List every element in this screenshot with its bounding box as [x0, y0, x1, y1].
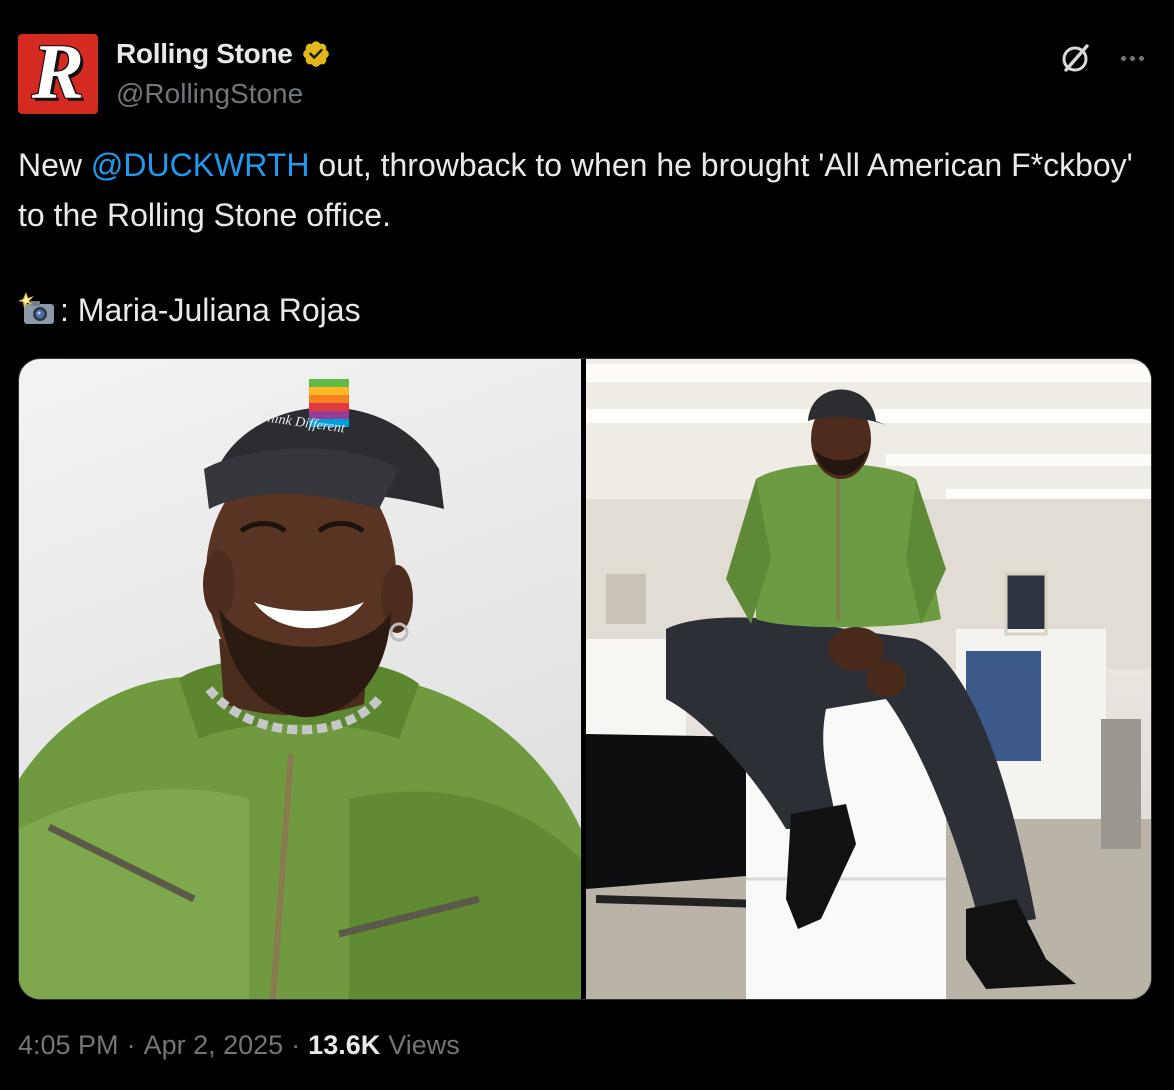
- tweet-date[interactable]: Apr 2, 2025: [144, 1030, 284, 1061]
- grok-button[interactable]: [1056, 38, 1096, 78]
- avatar[interactable]: R: [18, 34, 98, 114]
- photo-credit-text: : Maria-Juliana Rojas: [60, 292, 361, 328]
- photo-right[interactable]: [586, 359, 1151, 999]
- tweet-time[interactable]: 4:05 PM: [18, 1030, 119, 1061]
- views-count[interactable]: 13.6K: [308, 1030, 380, 1061]
- author-display-name[interactable]: Rolling Stone: [116, 38, 293, 70]
- author-handle[interactable]: @RollingStone: [116, 78, 303, 110]
- tweet-text-before: New: [18, 147, 91, 183]
- separator: ·: [291, 1030, 301, 1060]
- tweet-footer: 4:05 PM · Apr 2, 2025 · 13.6K Views: [18, 1030, 460, 1061]
- avatar-letter: R: [31, 34, 85, 114]
- more-icon: [1120, 55, 1126, 61]
- photo-left[interactable]: Think Different: [19, 359, 581, 999]
- views-label: Views: [388, 1030, 460, 1060]
- avatar-logo: R: [26, 34, 90, 111]
- author-name-row: Rolling Stone: [116, 38, 331, 70]
- media-grid: Think Different: [18, 358, 1152, 1000]
- photo-right-illustration: [586, 359, 1151, 999]
- tweet-text: New @DUCKWRTH out, throwback to when he …: [18, 140, 1148, 240]
- more-button[interactable]: [1112, 38, 1152, 78]
- separator: ·: [126, 1030, 136, 1060]
- photo-credit: : Maria-Juliana Rojas: [18, 285, 361, 335]
- verified-badge-icon[interactable]: [301, 39, 331, 69]
- camera-flash-icon: [18, 292, 54, 324]
- grok-icon: [1062, 44, 1089, 72]
- mention-link[interactable]: @DUCKWRTH: [91, 147, 310, 183]
- photo-left-illustration: Think Different: [19, 379, 581, 999]
